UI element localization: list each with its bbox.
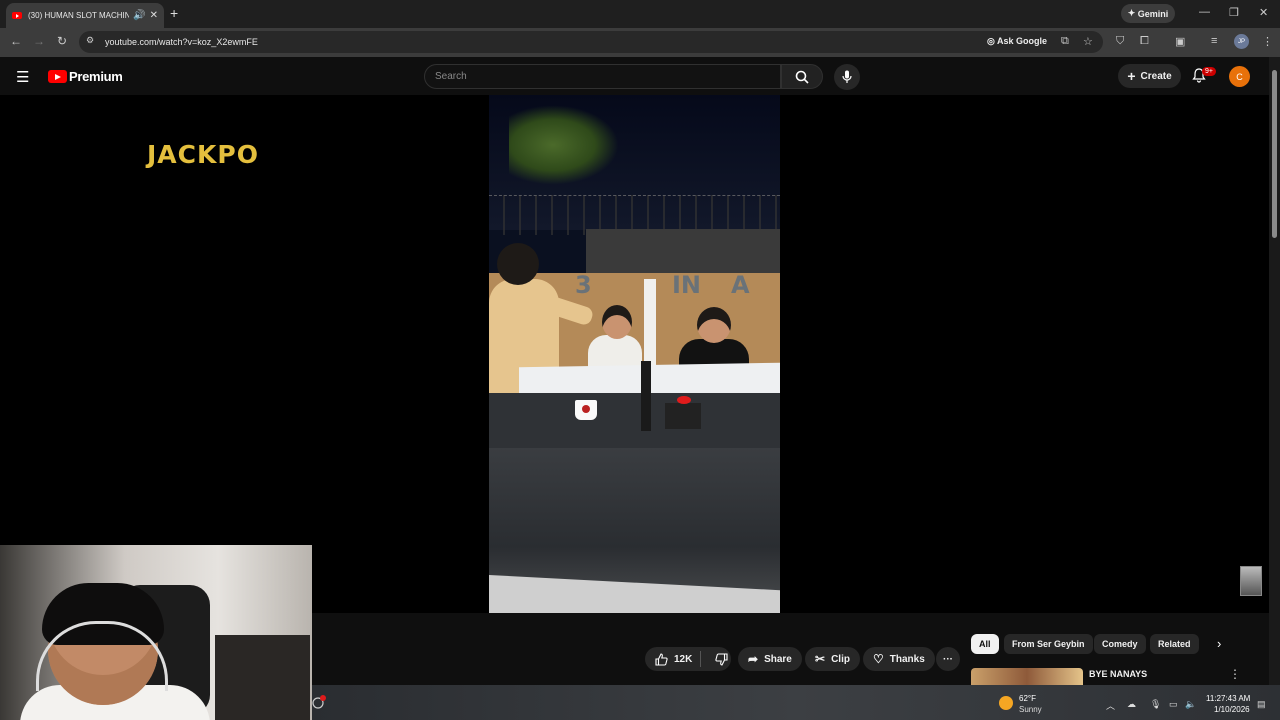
share-label: Share	[764, 653, 792, 665]
tab-title: (30) HUMAN SLOT MACHIN	[28, 11, 130, 20]
show-hidden-icons-icon[interactable]: ︿	[1106, 699, 1115, 712]
browser-tab[interactable]: (30) HUMAN SLOT MACHIN 🔊 ✕	[6, 3, 164, 28]
account-avatar[interactable]: C	[1229, 66, 1250, 87]
youtube-logo-text[interactable]: Premium	[69, 69, 123, 84]
ask-google-button[interactable]: ◎ Ask Google	[987, 36, 1047, 47]
onedrive-icon[interactable]: ☁	[1127, 699, 1136, 710]
red-buzzer	[677, 396, 691, 404]
tab-audio-icon[interactable]: 🔊	[133, 10, 145, 21]
scrollbar-thumb[interactable]	[1272, 70, 1277, 238]
like-count: 12K	[674, 653, 693, 665]
recommendation-menu-icon[interactable]: ⋮	[1229, 667, 1241, 681]
share-icon: ➦	[748, 652, 759, 666]
tab-close-icon[interactable]: ✕	[150, 10, 158, 21]
search-input[interactable]: Search	[424, 64, 781, 89]
thanks-heart-icon: ♡	[873, 652, 884, 666]
scissors-icon: ✂	[815, 652, 826, 666]
person-left-head	[497, 243, 539, 285]
volume-icon[interactable]: 🔈	[1185, 699, 1196, 710]
browser-tab-strip	[0, 0, 1280, 28]
microphone-stand	[641, 361, 651, 431]
browser-menu-icon[interactable]: ⋮	[1262, 35, 1273, 48]
reading-list-icon[interactable]: ≡	[1211, 35, 1217, 47]
search-button[interactable]	[781, 64, 823, 89]
like-dislike-group: 12K	[645, 647, 731, 671]
search-icon	[795, 70, 809, 84]
youtube-logo-icon[interactable]	[48, 70, 67, 83]
recommendation-title[interactable]: BYE NANAYS	[1089, 669, 1147, 679]
sun-weather-icon[interactable]	[999, 696, 1013, 710]
new-tab-button[interactable]: +	[170, 5, 178, 21]
install-app-icon[interactable]: ⧉	[1061, 35, 1069, 48]
close-window-icon[interactable]: ✕	[1259, 6, 1268, 19]
weather-condition[interactable]: Sunny	[1019, 705, 1042, 714]
gemini-button[interactable]: ✦ Gemini	[1121, 4, 1175, 23]
forward-icon[interactable]: →	[33, 34, 45, 48]
person-middle-head	[602, 305, 632, 339]
split-view-icon[interactable]: ▣	[1175, 35, 1185, 48]
jackpot-sign-board	[586, 229, 780, 275]
minimize-icon[interactable]: —	[1199, 6, 1210, 18]
shield-extension-icon[interactable]: ⛉	[1116, 35, 1124, 48]
chip-comedy[interactable]: Comedy	[1094, 634, 1146, 654]
clock-time[interactable]: 11:27:43 AM	[1206, 694, 1250, 703]
weather-temperature[interactable]: 62°F	[1019, 694, 1036, 703]
create-button[interactable]: + Create	[1118, 64, 1181, 88]
record-icon	[312, 695, 326, 709]
palm-tree	[509, 105, 619, 185]
extensions-icon[interactable]: ⧠	[1140, 35, 1149, 48]
browser-profile-avatar[interactable]: JP	[1234, 34, 1249, 49]
booth-divider	[644, 279, 656, 369]
person-right-head	[697, 307, 731, 343]
share-button[interactable]: ➦ Share	[738, 647, 802, 671]
shelf	[215, 635, 310, 720]
create-label: Create	[1140, 70, 1172, 82]
youtube-favicon-icon	[12, 12, 22, 19]
microphone-icon	[842, 70, 852, 83]
hamburger-menu-icon[interactable]: ☰	[16, 68, 29, 86]
chip-all[interactable]: All	[971, 634, 999, 654]
notification-center-icon[interactable]: ▤	[1257, 699, 1266, 710]
chevron-right-icon[interactable]: ›	[1217, 636, 1221, 651]
chip-from-ser-geybin[interactable]: From Ser Geybin	[1004, 634, 1093, 654]
microphone-tray-icon[interactable]: 🎙	[1150, 699, 1161, 710]
more-actions-button[interactable]: ···	[936, 647, 960, 671]
banner-text-3: 3	[575, 271, 592, 299]
network-icon[interactable]: ▭	[1169, 699, 1178, 710]
thumbs-up-icon	[655, 652, 668, 666]
counter-top	[489, 393, 780, 448]
url-text[interactable]: youtube.com/watch?v=koz_X2ewmFE	[105, 37, 258, 47]
ask-google-label: Ask Google	[997, 36, 1048, 46]
webcam-overlay	[0, 545, 312, 720]
buzzer-base	[665, 403, 701, 429]
gemini-label: Gemini	[1137, 8, 1169, 19]
thumbs-down-icon	[715, 652, 728, 666]
back-icon[interactable]: ←	[10, 34, 22, 48]
clip-button[interactable]: ✂ Clip	[805, 647, 860, 671]
reload-icon[interactable]: ↻	[57, 34, 67, 48]
mug	[575, 400, 597, 420]
banner-text-a: A	[731, 271, 750, 299]
plus-icon: +	[1127, 68, 1136, 84]
like-button[interactable]: 12K	[645, 651, 702, 667]
dislike-button[interactable]	[707, 652, 736, 666]
jackpot-sign-text: JACKPO	[147, 140, 259, 169]
bookmark-star-icon[interactable]: ☆	[1083, 35, 1093, 48]
clock-date[interactable]: 1/10/2026	[1214, 705, 1250, 714]
notification-badge: 9+	[1202, 67, 1216, 76]
thanks-label: Thanks	[889, 653, 925, 665]
recording-app-icon[interactable]	[311, 694, 327, 710]
voice-search-button[interactable]	[834, 64, 860, 90]
clip-label: Clip	[831, 653, 850, 665]
channel-thumbnail-overlay[interactable]	[1240, 566, 1262, 596]
banner-text-in: IN	[672, 271, 702, 299]
chip-related[interactable]: Related	[1150, 634, 1199, 654]
recommendation-thumbnail[interactable]	[971, 668, 1083, 685]
site-info-icon[interactable]: ⚙	[86, 35, 94, 46]
restore-icon[interactable]: ❐	[1229, 6, 1239, 19]
thanks-button[interactable]: ♡ Thanks	[863, 647, 935, 671]
video-frame[interactable]	[489, 95, 780, 613]
